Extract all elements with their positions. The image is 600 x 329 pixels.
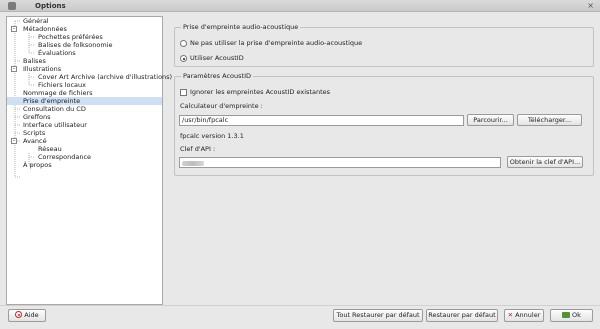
api-key-input[interactable] xyxy=(179,157,501,168)
cancel-label: Annuler xyxy=(515,311,541,319)
tree-item-label: Balises de folksonomie xyxy=(38,41,113,49)
tree-item[interactable]: Pochettes préférées xyxy=(7,33,162,41)
radio-use-acoustid[interactable] xyxy=(180,55,187,62)
fingerprint-group-title: Prise d'empreinte audio-acoustique xyxy=(181,23,301,31)
tree-item[interactable]: Fichiers locaux xyxy=(7,81,162,89)
tree-item[interactable]: Réseau xyxy=(7,145,162,153)
get-api-key-button[interactable]: Obtenir la clef d'API... xyxy=(507,156,583,168)
restore-defaults-button[interactable]: Restaurer par défaut xyxy=(426,309,498,322)
tree-item-label: Avancé xyxy=(23,137,47,145)
browse-button[interactable]: Parcourir... xyxy=(467,114,514,126)
cancel-button[interactable]: ✕ Annuler xyxy=(504,309,544,322)
tree-item-label: Greffons xyxy=(23,113,51,121)
title-bar[interactable]: Options × xyxy=(0,0,600,12)
tree-item-label: Évaluations xyxy=(38,49,76,57)
tree-item-label: Métadonnées xyxy=(23,25,67,33)
radio-no-fingerprint[interactable] xyxy=(180,40,187,47)
fingerprint-group: Prise d'empreinte audio-acoustique Ne pa… xyxy=(174,23,594,67)
app-icon xyxy=(8,2,16,10)
tree-item[interactable]: Prise d'empreinte xyxy=(7,97,162,105)
tree-item[interactable]: Scripts xyxy=(7,129,162,137)
tree-item-label: Consultation du CD xyxy=(23,105,86,113)
help-button[interactable]: Aide xyxy=(8,309,46,322)
tree-item[interactable]: Cover Art Archive (archive d'illustratio… xyxy=(7,73,172,81)
footer-divider xyxy=(0,305,600,306)
window-title: Options xyxy=(35,2,66,10)
tree-item-label: Nommage de fichiers xyxy=(23,89,93,97)
radio-no-fingerprint-label[interactable]: Ne pas utiliser la prise d'empreinte aud… xyxy=(190,39,362,47)
tree-item[interactable]: - Illustrations xyxy=(7,65,162,73)
tree-expander-icon[interactable]: - xyxy=(11,66,17,72)
tree-item-label: Scripts xyxy=(23,129,46,137)
help-icon xyxy=(15,311,23,318)
tree-item[interactable]: - Avancé xyxy=(7,137,162,145)
tree-item[interactable]: Balises xyxy=(7,57,162,65)
tree-expander-icon[interactable]: - xyxy=(11,138,17,144)
help-label: Aide xyxy=(24,311,39,319)
fpcalc-path-input[interactable]: /usr/bin/fpcalc xyxy=(179,115,464,126)
tree-item[interactable]: Correspondance xyxy=(7,153,162,161)
ok-label: Ok xyxy=(572,311,581,319)
tree-item[interactable]: À propos xyxy=(7,161,162,169)
options-dialog: Options × Général - Métadonnées Pochettes p… xyxy=(0,0,600,329)
tree-item-label: Cover Art Archive (archive d'illustratio… xyxy=(38,73,173,81)
tree-item[interactable]: - Métadonnées xyxy=(7,25,162,33)
fpcalc-version: fpcalc version 1.3.1 xyxy=(180,132,244,140)
tree-item-label: Interface utilisateur xyxy=(23,121,87,129)
tree-item[interactable]: Balises de folksonomie xyxy=(7,41,162,49)
ok-icon xyxy=(562,312,571,318)
fingerprint-calculator-label: Calculateur d'empreinte : xyxy=(180,102,263,110)
ok-button[interactable]: Ok xyxy=(550,309,593,322)
tree-item-label: Balises xyxy=(23,57,46,65)
tree-item[interactable]: Évaluations xyxy=(7,49,162,57)
acoustid-group-title: Paramètres AcoustID xyxy=(181,72,253,80)
tree-item[interactable]: Interface utilisateur xyxy=(7,121,162,129)
ignore-acoustid-label[interactable]: Ignorer les empreintes AcoustID existant… xyxy=(190,88,330,96)
close-icon[interactable]: × xyxy=(587,1,594,10)
options-tree: Général - Métadonnées Pochettes préférées Ba… xyxy=(6,16,172,305)
radio-use-acoustid-label[interactable]: Utiliser AcoustID xyxy=(190,54,244,62)
tree-item-label: Réseau xyxy=(38,145,62,153)
tree-item-label: Pochettes préférées xyxy=(38,33,103,41)
acoustid-group: Paramètres AcoustID Ignorer les empreint… xyxy=(174,72,594,176)
api-key-label: Clef d'API : xyxy=(180,145,216,153)
tree-item[interactable]: Consultation du CD xyxy=(7,105,162,113)
tree-item[interactable]: Nommage de fichiers xyxy=(7,89,162,97)
tree-item-label: Général xyxy=(23,17,49,25)
tree-item-label: Prise d'empreinte xyxy=(23,97,81,105)
api-key-redacted xyxy=(182,161,204,166)
cancel-icon: ✕ xyxy=(507,311,514,319)
restore-all-defaults-button[interactable]: Tout Restaurer par défaut xyxy=(333,309,423,322)
tree-item-label: Fichiers locaux xyxy=(38,81,87,89)
tree-expander-icon[interactable]: - xyxy=(11,26,17,32)
tree-item-label: Correspondance xyxy=(38,153,92,161)
download-button[interactable]: Télécharger... xyxy=(517,114,582,126)
tree-item[interactable]: Greffons xyxy=(7,113,162,121)
ignore-acoustid-checkbox[interactable] xyxy=(180,89,187,96)
tree-item-label: Illustrations xyxy=(23,65,62,73)
tree-item-label: À propos xyxy=(23,161,52,169)
tree-item[interactable]: Général xyxy=(7,17,162,25)
